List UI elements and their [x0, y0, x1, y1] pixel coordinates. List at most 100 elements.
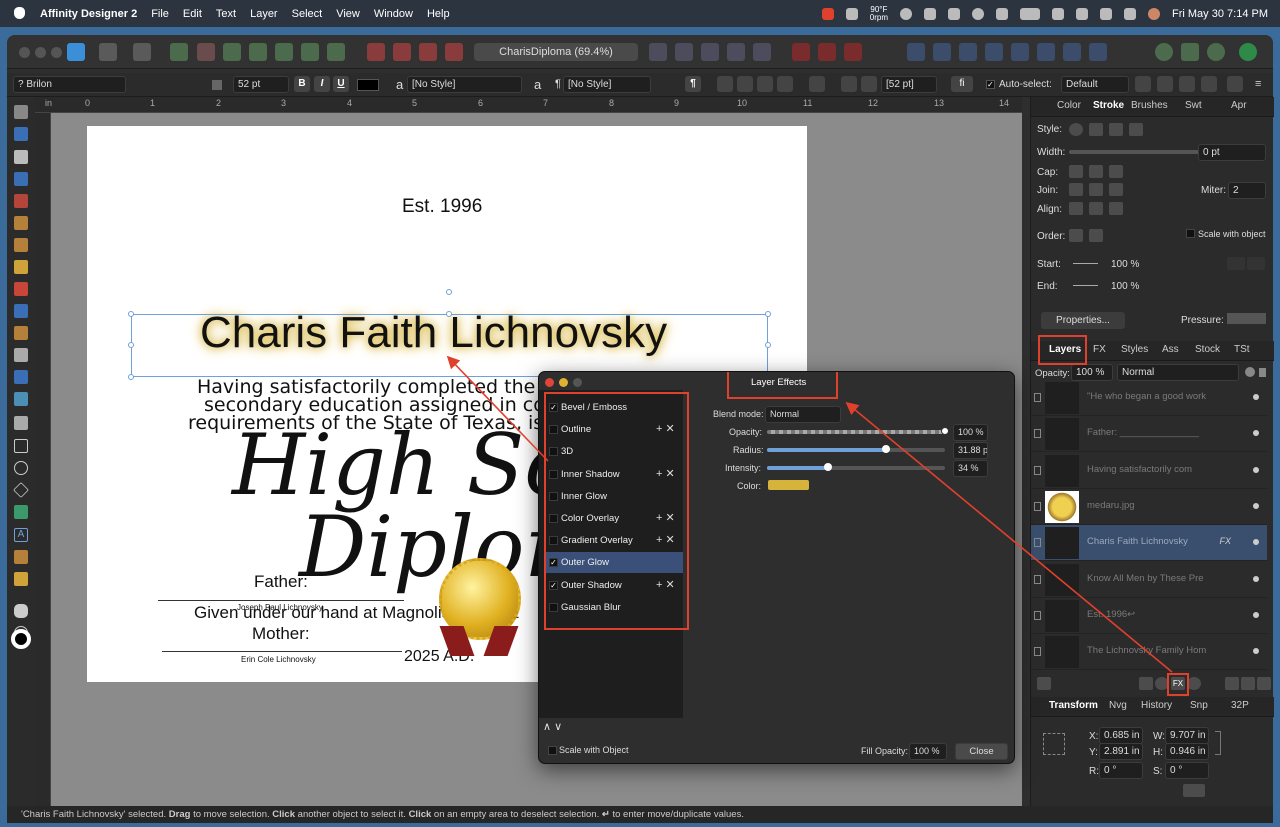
tab-stock[interactable]: Stock: [1195, 344, 1220, 355]
arrange-front-icon[interactable]: [753, 43, 771, 61]
ungroup-icon[interactable]: [1037, 43, 1055, 61]
layer-visibility-toggle[interactable]: [1253, 502, 1259, 509]
tab-fx[interactable]: FX: [1093, 344, 1106, 355]
auto-select-checkbox[interactable]: ✓: [986, 80, 995, 89]
rotation-field[interactable]: 0 °: [1099, 762, 1143, 779]
brush-stroke-icon[interactable]: [1129, 123, 1143, 136]
geometry-icon[interactable]: [985, 43, 1003, 61]
snapping-icon[interactable]: [197, 43, 215, 61]
layer-lock-icon[interactable]: [1259, 368, 1266, 377]
scale-with-object-fx-checkbox[interactable]: [548, 746, 557, 755]
show-paragraph-marks-button[interactable]: ¶: [685, 76, 701, 92]
glow-color-swatch[interactable]: [768, 480, 809, 490]
layer-row[interactable]: medaru.jpg: [1031, 489, 1267, 525]
shapes-tool-icon[interactable]: [14, 505, 28, 519]
ellipse-tool-icon[interactable]: [14, 461, 28, 475]
butt-cap-icon[interactable]: [1069, 165, 1083, 178]
menu-edit[interactable]: Edit: [183, 8, 202, 20]
end-arrowhead-preview[interactable]: [1073, 285, 1098, 286]
selection-handle[interactable]: [446, 311, 452, 317]
transform-icon[interactable]: [959, 43, 977, 61]
layer-row[interactable]: Charis Faith Lichnovsky FX: [1031, 525, 1267, 562]
account-icon[interactable]: [1239, 43, 1257, 61]
document-title[interactable]: CharisDiploma (69.4%): [474, 43, 638, 61]
tab-styles[interactable]: Styles: [1121, 344, 1148, 355]
tab-32p[interactable]: 32P: [1231, 700, 1249, 711]
align-right-icon[interactable]: [757, 76, 773, 92]
assistant-icon[interactable]: [1063, 43, 1081, 61]
blend-mode-dropdown[interactable]: Normal: [765, 406, 841, 423]
solid-line-icon[interactable]: [1089, 123, 1103, 136]
rotate-handle[interactable]: [446, 289, 452, 295]
view-mode-icon[interactable]: [1089, 43, 1107, 61]
fill-stroke-swatch[interactable]: [11, 629, 31, 649]
tab-snapshots[interactable]: Snp: [1190, 700, 1208, 711]
group-icon[interactable]: [1011, 43, 1029, 61]
lock-aspect-icon[interactable]: [1215, 731, 1221, 755]
weather-widget[interactable]: 90°F 0rpm: [870, 5, 888, 22]
layer-blend-mode-dropdown[interactable]: Normal: [1117, 364, 1239, 381]
layer-name[interactable]: Charis Faith Lichnovsky: [1087, 536, 1188, 547]
boolean-add-icon[interactable]: [367, 43, 385, 61]
bevel-join-icon[interactable]: [1109, 183, 1123, 196]
crop-tool-icon[interactable]: [14, 416, 28, 430]
layer-visibility-toggle[interactable]: [1253, 575, 1259, 582]
chat-icon[interactable]: [1155, 43, 1173, 61]
arrange-back-icon[interactable]: [792, 43, 810, 61]
numbered-list-icon[interactable]: [861, 76, 877, 92]
rotate-left-icon[interactable]: [701, 43, 719, 61]
globe-icon[interactable]: [1187, 677, 1201, 690]
effect-opacity-slider[interactable]: [767, 427, 949, 435]
designer-persona-icon[interactable]: [67, 43, 85, 61]
selection-bounding-box[interactable]: [131, 314, 768, 377]
selection-handle[interactable]: [128, 374, 134, 380]
more-options-icon[interactable]: [1227, 76, 1243, 92]
status-icon[interactable]: [900, 7, 913, 20]
transform-origin-icon[interactable]: [1135, 76, 1151, 92]
selection-handle[interactable]: [765, 311, 771, 317]
arrowhead-option-icon[interactable]: [1247, 257, 1265, 270]
layer-visibility-toggle[interactable]: [1253, 394, 1259, 400]
layer-visibility-toggle[interactable]: [1253, 539, 1259, 546]
layer-visibility-toggle[interactable]: [1253, 611, 1259, 618]
flip-vertical-icon[interactable]: [675, 43, 693, 61]
duplicate-layer-icon[interactable]: [1241, 677, 1255, 690]
layer-visibility-toggle[interactable]: [1253, 430, 1259, 437]
bluetooth-icon[interactable]: [996, 7, 1009, 20]
bold-button[interactable]: B: [294, 76, 310, 92]
selection-handle[interactable]: [128, 342, 134, 348]
leading-field[interactable]: [52 pt]: [881, 76, 937, 93]
layer-name[interactable]: Est. 1996↩: [1087, 609, 1135, 620]
flip-horizontal-icon[interactable]: [649, 43, 667, 61]
bullet-list-icon[interactable]: [841, 76, 857, 92]
character-style-dropdown[interactable]: [No Style]: [407, 76, 522, 93]
transparency-tool-icon[interactable]: [14, 304, 28, 318]
image-tool-icon[interactable]: [14, 392, 28, 406]
no-stroke-icon[interactable]: [1069, 123, 1083, 136]
menu-select[interactable]: Select: [292, 8, 323, 20]
layer-row[interactable]: Having satisfactorily com: [1031, 453, 1267, 489]
volume-icon[interactable]: [948, 7, 961, 20]
snap-option-2-icon[interactable]: [249, 43, 267, 61]
align-icon[interactable]: [907, 43, 925, 61]
vertical-align-icon[interactable]: [809, 76, 825, 92]
siri-icon[interactable]: [1148, 7, 1161, 20]
font-traits-icon[interactable]: [212, 80, 222, 90]
control-center-icon[interactable]: [1100, 7, 1113, 20]
layer-row[interactable]: Father: _______________: [1031, 416, 1267, 453]
vector-brush-icon[interactable]: [14, 260, 28, 274]
rectangle-tool-icon[interactable]: [14, 439, 28, 453]
magnet-icon[interactable]: [844, 43, 862, 61]
add-layer-icon[interactable]: [1225, 677, 1239, 690]
pressure-graph[interactable]: [1227, 313, 1266, 324]
align-left-icon[interactable]: [717, 76, 733, 92]
properties-button[interactable]: Properties...: [1041, 312, 1125, 329]
app-menu[interactable]: Affinity Designer 2: [40, 8, 137, 20]
round-cap-icon[interactable]: [1089, 165, 1103, 178]
context-toolbar-icon[interactable]: [1181, 43, 1199, 61]
font-family-dropdown[interactable]: ? Brilon: [13, 76, 126, 93]
pixel-persona-icon[interactable]: [99, 43, 117, 61]
pen-tool-icon[interactable]: [14, 216, 28, 230]
boolean-intersect-icon[interactable]: [419, 43, 437, 61]
paragraph-style-dropdown[interactable]: [No Style]: [563, 76, 651, 93]
